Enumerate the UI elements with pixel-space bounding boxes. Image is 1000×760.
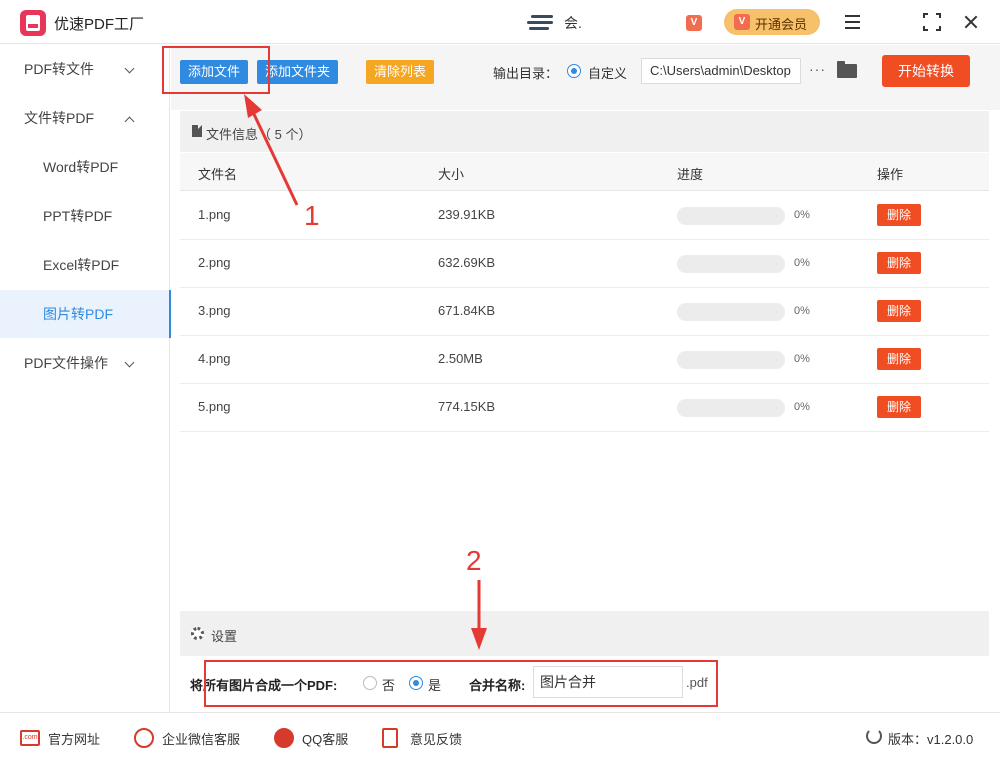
table-row: 2.png 632.69KB 0% 删除 <box>180 240 989 288</box>
file-size: 774.15KB <box>438 399 496 414</box>
file-size: 671.84KB <box>438 303 496 318</box>
clear-list-button[interactable]: 清除列表 <box>366 60 435 84</box>
file-info-title: 文件信息（ 5 个） <box>206 127 312 142</box>
file-name: 2.png <box>198 255 231 270</box>
file-size: 2.50MB <box>438 351 483 366</box>
file-name: 4.png <box>198 351 231 366</box>
file-list-panel: 文件信息（ 5 个） 文件名 大小 进度 操作 1.png 239.91KB 0… <box>180 111 989 611</box>
feedback-icon <box>382 728 398 748</box>
delete-button[interactable]: 删除 <box>877 252 921 274</box>
custom-output-radio[interactable] <box>567 64 581 78</box>
app-title: 优速PDF工厂 <box>54 16 145 33</box>
sidebar-item-excel-to-pdf[interactable]: Excel转PDF <box>0 241 170 289</box>
progress-text: 0% <box>794 353 810 365</box>
table-row: 1.png 239.91KB 0% 删除 <box>180 192 989 240</box>
col-progress: 进度 <box>677 167 704 182</box>
sidebar-item-label: PDF文件操作 <box>24 355 108 371</box>
delete-button[interactable]: 删除 <box>877 300 921 322</box>
chevron-down-icon <box>124 357 135 368</box>
progress-text: 0% <box>794 305 810 317</box>
col-name: 文件名 <box>198 167 238 182</box>
toolbar: 添加文件 添加文件夹 清除列表 输出目录： 自定义 C:\Users\admin… <box>171 45 1000 110</box>
sidebar-item-image-to-pdf[interactable]: 图片转PDF <box>0 290 171 338</box>
file-size: 239.91KB <box>438 207 496 222</box>
table-row: 4.png 2.50MB 0% 删除 <box>180 336 989 384</box>
settings-title: 设置 <box>211 629 238 644</box>
gear-icon <box>191 627 204 640</box>
close-icon[interactable] <box>960 11 982 33</box>
file-name: 3.png <box>198 303 231 318</box>
sidebar-item-label: Word转PDF <box>43 159 119 175</box>
website-label: 官方网址 <box>48 732 101 747</box>
delete-button[interactable]: 删除 <box>877 348 921 370</box>
feedback-label: 意见反馈 <box>410 732 463 747</box>
sidebar-item-word-to-pdf[interactable]: Word转PDF <box>0 143 170 191</box>
open-vip-label: 开通会员 <box>755 17 808 32</box>
user-avatar-icon[interactable] <box>527 12 555 32</box>
wechat-icon <box>134 728 154 748</box>
sidebar: PDF转文件 文件转PDF Word转PDF PPT转PDF Excel转PDF… <box>0 45 171 712</box>
open-vip-button[interactable]: V 开通会员 <box>724 9 820 35</box>
custom-output-label: 自定义 <box>588 66 628 81</box>
progress-bar <box>677 303 785 321</box>
col-action: 操作 <box>877 167 904 182</box>
annotation-number-1: 1 <box>304 200 320 231</box>
website-icon: .com <box>20 730 40 746</box>
sidebar-item-file-to-pdf[interactable]: 文件转PDF <box>0 94 170 142</box>
sidebar-item-label: Excel转PDF <box>43 257 120 273</box>
sidebar-item-label: PPT转PDF <box>43 208 113 224</box>
output-dir-label: 输出目录： <box>493 66 559 81</box>
table-header: 文件名 大小 进度 操作 <box>180 153 989 191</box>
sidebar-item-pdf-operations[interactable]: PDF文件操作 <box>0 339 170 387</box>
menu-icon[interactable] <box>842 11 864 33</box>
table-row: 5.png 774.15KB 0% 删除 <box>180 384 989 432</box>
vip-icon: V <box>734 14 750 30</box>
sidebar-item-label: 图片转PDF <box>43 306 113 322</box>
output-path-input[interactable]: C:\Users\admin\Desktop <box>641 58 801 84</box>
sidebar-item-label: 文件转PDF <box>24 110 94 126</box>
annotation-number-2: 2 <box>466 545 482 576</box>
folder-icon[interactable] <box>837 61 857 78</box>
progress-text: 0% <box>794 257 810 269</box>
refresh-icon[interactable] <box>866 728 882 744</box>
sidebar-item-ppt-to-pdf[interactable]: PPT转PDF <box>0 192 170 240</box>
file-size: 632.69KB <box>438 255 496 270</box>
progress-bar <box>677 399 785 417</box>
sidebar-item-label: PDF转文件 <box>24 61 94 77</box>
settings-header: 设置 <box>180 611 989 656</box>
qq-icon <box>274 728 294 748</box>
delete-button[interactable]: 删除 <box>877 396 921 418</box>
start-convert-button[interactable]: 开始转换 <box>882 55 970 87</box>
chevron-up-icon <box>124 116 135 127</box>
file-name: 1.png <box>198 207 231 222</box>
chevron-down-icon <box>124 63 135 74</box>
version-text: 版本：v1.2.0.0 <box>888 732 974 747</box>
app-logo-icon <box>20 10 46 36</box>
table-row: 3.png 671.84KB 0% 删除 <box>180 288 989 336</box>
annotation-box-2 <box>204 660 718 707</box>
annotation-box-1 <box>162 46 270 94</box>
progress-text: 0% <box>794 401 810 413</box>
maximize-icon[interactable] <box>921 11 943 33</box>
col-size: 大小 <box>438 167 465 182</box>
file-name: 5.png <box>198 399 231 414</box>
wechat-label: 企业微信客服 <box>162 732 241 747</box>
document-icon <box>192 125 202 137</box>
status-bar: .com 官方网址 企业微信客服 QQ客服 意见反馈 版本：v1.2.0.0 <box>0 712 1000 760</box>
progress-bar <box>677 351 785 369</box>
user-name[interactable]: 会. <box>564 13 582 33</box>
delete-button[interactable]: 删除 <box>877 204 921 226</box>
qq-label: QQ客服 <box>302 732 349 747</box>
sidebar-item-pdf-to-file[interactable]: PDF转文件 <box>0 45 170 93</box>
progress-bar <box>677 207 785 225</box>
more-options-icon[interactable]: ··· <box>809 61 826 77</box>
vip-badge-icon: V <box>686 15 702 31</box>
file-info-header: 文件信息（ 5 个） <box>180 111 989 152</box>
title-bar: 优速PDF工厂 会. V V 开通会员 <box>0 0 1000 44</box>
progress-bar <box>677 255 785 273</box>
progress-text: 0% <box>794 209 810 221</box>
